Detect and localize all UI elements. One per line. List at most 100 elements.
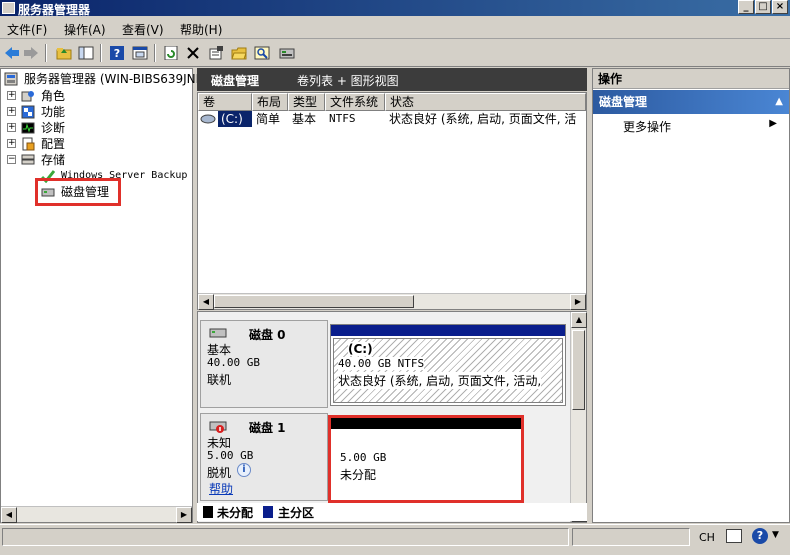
status-bar: CH ? ▼ <box>0 524 790 555</box>
close-button[interactable]: × <box>772 0 788 14</box>
menu-bar: 文件(F) 操作(A) 查看(V) 帮助(H) <box>0 17 790 39</box>
cell-filesystem: NTFS <box>329 112 356 125</box>
menu-help[interactable]: 帮助(H) <box>180 21 222 38</box>
scroll-left-button[interactable]: ◀ <box>198 294 214 310</box>
forward-icon[interactable] <box>22 44 40 62</box>
status-panel <box>2 528 569 546</box>
properties-view-icon[interactable] <box>131 44 149 62</box>
tree-item-label: 配置 <box>41 137 66 151</box>
toolbar-separator <box>45 44 47 62</box>
graphic-vertical-scrollbar[interactable]: ▲ ▼ <box>570 312 587 522</box>
partition-c-status: 状态良好 (系统, 启动, 页面文件, 活动, <box>338 372 542 389</box>
disk-0-name: 磁盘 0 <box>249 328 286 342</box>
tree-item-label: 诊断 <box>41 121 66 135</box>
column-header-filesystem[interactable]: 文件系统 <box>325 93 385 111</box>
features-icon <box>21 105 35 119</box>
menu-file[interactable]: 文件(F) <box>7 21 47 38</box>
disk-1-info[interactable]: 磁盘 1 未知 5.00 GB 脱机 i 帮助 <box>200 413 328 501</box>
actions-header: 操作 <box>593 69 789 89</box>
scroll-thumb[interactable] <box>214 295 414 308</box>
minimize-button[interactable]: _ <box>738 0 754 14</box>
toolbar-separator <box>100 44 102 62</box>
up-folder-icon[interactable] <box>55 44 73 62</box>
keyboard-icon[interactable] <box>726 529 742 543</box>
column-header-layout[interactable]: 布局 <box>252 93 288 111</box>
language-indicator[interactable]: CH <box>699 531 715 544</box>
scroll-right-button[interactable]: ▶ <box>570 294 586 310</box>
scroll-thumb[interactable] <box>572 330 585 410</box>
column-header-volume[interactable]: 卷 <box>198 93 252 111</box>
tree-horizontal-scrollbar[interactable]: ◀ ▶ <box>1 506 192 523</box>
tree-item-storage[interactable]: − 存储 <box>7 152 187 168</box>
back-icon[interactable] <box>3 44 21 62</box>
disk-0-state: 联机 <box>207 373 232 387</box>
view-mode: 卷列表 + 图形视图 <box>297 74 399 88</box>
scroll-left-button[interactable]: ◀ <box>1 507 17 523</box>
scroll-up-button[interactable]: ▲ <box>571 312 587 328</box>
help-icon[interactable]: ? <box>752 528 768 544</box>
actions-section-disk-management[interactable]: 磁盘管理 ▲ <box>593 90 789 114</box>
show-hide-tree-icon[interactable] <box>77 44 95 62</box>
disk-1-name: 磁盘 1 <box>249 421 286 435</box>
tree-item-features[interactable]: + 功能 <box>7 104 187 120</box>
collapse-up-icon[interactable]: ▲ <box>775 90 783 114</box>
toolbar: ? <box>0 40 790 67</box>
partition-c-size: 40.00 GB NTFS <box>338 357 425 370</box>
disk-graphic-view: 磁盘 0 基本 40.00 GB 联机 (C:) 40.00 GB NTFS 状… <box>197 311 587 523</box>
column-header-status[interactable]: 状态 <box>385 93 586 111</box>
expand-icon[interactable]: + <box>7 123 16 132</box>
cell-layout: 简单 <box>256 112 281 126</box>
collapse-icon[interactable]: − <box>7 155 16 164</box>
options-icon[interactable]: ▼ <box>772 530 779 540</box>
status-panel <box>572 528 690 546</box>
maximize-button[interactable]: □ <box>755 0 771 14</box>
delete-icon[interactable] <box>184 44 202 62</box>
expand-icon[interactable]: + <box>7 139 16 148</box>
more-actions-item[interactable]: 更多操作 ▶ <box>593 116 789 136</box>
disk-management-header: 磁盘管理 卷列表 + 图形视图 <box>197 68 587 91</box>
volume-list: 卷 布局 类型 文件系统 状态 (C:) 简单 基本 NTFS 状态良好 (系统… <box>197 92 587 310</box>
search-icon[interactable] <box>253 44 271 62</box>
offline-disk-icon <box>209 420 227 434</box>
partition-c[interactable]: (C:) 40.00 GB NTFS 状态良好 (系统, 启动, 页面文件, 活… <box>330 324 566 406</box>
tree-item-diagnostics[interactable]: + 诊断 <box>7 120 187 136</box>
menu-view[interactable]: 查看(V) <box>122 21 164 38</box>
tree-item-roles[interactable]: + 角色 <box>7 88 187 104</box>
tree-item-label: 功能 <box>41 105 66 119</box>
toolbar-separator <box>154 44 156 62</box>
help-icon[interactable]: ? <box>108 44 126 62</box>
svg-text:?: ? <box>114 47 120 60</box>
server-manager-icon <box>4 72 18 86</box>
menu-action[interactable]: 操作(A) <box>64 21 106 38</box>
disk-1-size: 5.00 GB <box>207 449 254 462</box>
tree-item-label: 角色 <box>41 89 66 103</box>
disk-settings-icon[interactable] <box>278 44 296 62</box>
open-icon[interactable] <box>230 44 248 62</box>
expand-icon[interactable]: + <box>7 107 16 116</box>
highlight-box-unallocated <box>328 415 524 503</box>
column-header-type[interactable]: 类型 <box>288 93 325 111</box>
partition-c-label: (C:) <box>348 342 373 356</box>
scroll-right-button[interactable]: ▶ <box>176 507 192 523</box>
help-link[interactable]: 帮助 <box>209 480 233 497</box>
refresh-icon[interactable] <box>162 44 180 62</box>
window-title: 服务器管理器 <box>18 3 91 17</box>
properties-icon[interactable] <box>207 44 225 62</box>
disk-icon <box>209 327 227 341</box>
volume-icon <box>200 113 216 127</box>
diagnostics-icon <box>21 121 35 135</box>
more-actions-label: 更多操作 <box>623 120 672 134</box>
volume-list-horizontal-scrollbar[interactable]: ◀ ▶ <box>198 293 586 310</box>
configuration-icon <box>21 137 35 151</box>
tree-item-label: 存储 <box>41 153 66 167</box>
table-row[interactable]: (C:) 简单 基本 NTFS 状态良好 (系统, 启动, 页面文件, 活 <box>198 111 586 127</box>
expand-icon[interactable]: + <box>7 91 16 100</box>
pane-title: 磁盘管理 <box>211 74 260 88</box>
info-icon[interactable]: i <box>237 463 251 477</box>
disk-0-info[interactable]: 磁盘 0 基本 40.00 GB 联机 <box>200 320 328 408</box>
cell-volume: (C:) <box>218 111 252 127</box>
partition-c-body: (C:) 40.00 GB NTFS 状态良好 (系统, 启动, 页面文件, 活… <box>333 338 563 403</box>
cell-status: 状态良好 (系统, 启动, 页面文件, 活 <box>389 112 577 126</box>
partition-legend: 未分配 主分区 <box>197 503 587 521</box>
tree-item-configuration[interactable]: + 配置 <box>7 136 187 152</box>
